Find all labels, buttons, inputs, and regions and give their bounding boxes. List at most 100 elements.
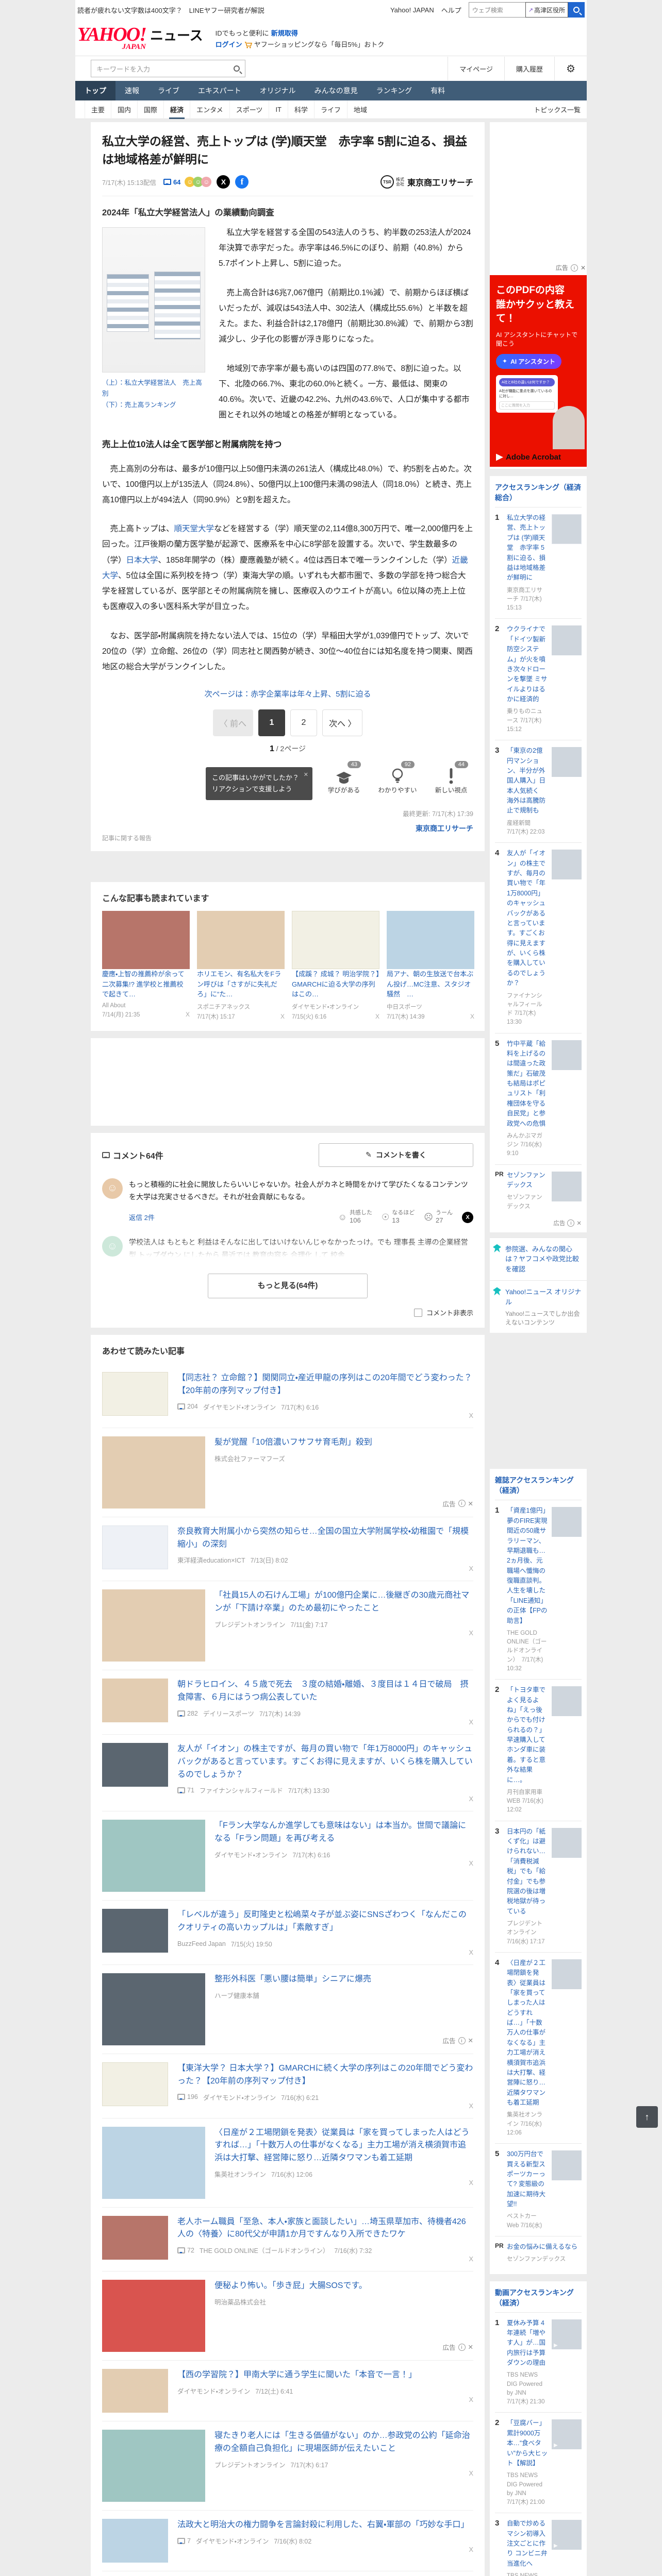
share-x-icon[interactable]: X: [469, 1412, 473, 1419]
yahoo-news-logo[interactable]: YAHOO! JAPAN ニュース: [77, 25, 203, 51]
ranking-title[interactable]: 日本円の「紙くず化」は避けられない…「消費税減税」でも「給付金」でも参院選の後は…: [507, 1827, 548, 1917]
list-item[interactable]: 寝たきり老人には「生きる価値がない」のか…参政党の公約「延命治療の全額自己負担化…: [102, 2421, 473, 2510]
list-item-title[interactable]: 【同志社？ 立命館？】関関同立・産近甲龍の序列はこの20年間でどう変わった？【2…: [177, 1372, 473, 1398]
source-logo[interactable]: TSR 株式会社 東京商工リサーチ: [380, 175, 473, 189]
list-item[interactable]: 「社員15人の石けん工場」が100億円企業に…後継ぎの30歳元商社マンが「下請け…: [102, 1581, 473, 1670]
ranking-title[interactable]: 「資産1億円」夢のFIRE実現間近の50歳サラリーマン、早期退職も…2ヵ月後、元…: [507, 1506, 548, 1626]
share-x-icon[interactable]: X: [469, 2255, 473, 2263]
back-to-top-button[interactable]: ↑: [636, 2106, 658, 2128]
pager-page-1[interactable]: 1: [258, 709, 285, 737]
share-x-icon[interactable]: X: [469, 1718, 473, 1726]
ad-info-icon[interactable]: i: [458, 2037, 466, 2044]
category-tab[interactable]: スポーツ: [229, 100, 269, 119]
list-item[interactable]: 老人ホーム職員「至急、本人・家族と面談したい」…埼玉県草加市、待機者426人の〈…: [102, 2207, 473, 2272]
list-item-title[interactable]: 〈日産が２工場閉鎖を発表〉従業員は「家を買ってしまった人はどうすれば…」「十数万…: [214, 2127, 473, 2165]
topics-list-link[interactable]: トピックス一覧: [534, 105, 581, 114]
list-item[interactable]: 【東洋大学？ 日本大学？】GMARCHに続く大学の序列はこの20年間でどう変わっ…: [102, 2054, 473, 2118]
ranking-title[interactable]: 竹中平蔵「給料を上げるのは間違った政策だ」石破茂も結局はポピュリスト「利権団体を…: [507, 1039, 548, 1129]
purchase-history-link[interactable]: 購入履歴: [504, 57, 554, 80]
ranking-item[interactable]: 2 「豆腐バー」累計9000万本…“食べタい”から大ヒット【解説】 TBS NEW…: [495, 2412, 582, 2513]
share-x-icon[interactable]: X: [469, 2102, 473, 2110]
write-comment-button[interactable]: ✎ コメントを書く: [319, 1143, 473, 1167]
share-x-icon[interactable]: X: [469, 2396, 473, 2403]
list-item[interactable]: 【同志社？ 立命館？】関関同立・産近甲龍の序列はこの20年間でどう変わった？【2…: [102, 1364, 473, 1428]
ad-close-icon[interactable]: ✕: [581, 264, 586, 272]
category-tab[interactable]: エンタメ: [190, 100, 229, 119]
share-x-icon[interactable]: X: [469, 2546, 473, 2553]
agree-reaction-button[interactable]: ☺ 共感した 106: [338, 1210, 372, 1225]
share-x-icon[interactable]: X: [469, 1795, 473, 1803]
list-item-title[interactable]: 老人ホーム職員「至急、本人・家族と面談したい」…埼玉県草加市、待機者426人の〈…: [177, 2216, 473, 2242]
ai-assistant-button[interactable]: ✦ AI アシスタント: [496, 353, 561, 369]
ranking-title[interactable]: 300万円台で買える新型スポーツカーって? 変態級の加速に期待大望!!: [507, 2149, 548, 2209]
ranking-pr-item[interactable]: PR お金の悩みに備えるなら セゾンファンデックス: [495, 2235, 582, 2270]
share-x-button[interactable]: X: [217, 175, 230, 189]
list-item[interactable]: 便秘より怖い。「歩き屁」大腸SOSです。 明治薬品株式会社 X 広告i✕: [102, 2271, 473, 2360]
list-item-title[interactable]: 【西の学習院？】甲南大学に通う学生に聞いた「本音で一言！」: [177, 2369, 473, 2382]
category-tab[interactable]: 地域: [347, 100, 373, 119]
nav-tab[interactable]: トップ: [75, 81, 115, 100]
ranking-item[interactable]: 3 自動で炒めるマシン初導入 注文ごとに作り コンビニ弁当進化へ TBS NEWS…: [495, 2513, 582, 2576]
pinned-link[interactable]: 参院選、みんなの関心は？ヤフコメや政党比較を確認: [490, 1237, 587, 1281]
next-page-link[interactable]: 次ページは：赤字企業率は年々上昇、5割に迫る: [102, 688, 473, 699]
ranking-item[interactable]: 2 「トヨタ車でよく見るよね」「えっ後からでも付けられるの？」早速購入してホンダ…: [495, 1679, 582, 1821]
share-x-icon[interactable]: X: [375, 1013, 379, 1020]
ranking-item[interactable]: 4 友人が「イオン」の株主ですが、毎月の買い物で「年1万8000円」のキャッシュ…: [495, 842, 582, 1032]
list-item-title[interactable]: 便秘より怖い。「歩き屁」大腸SOSです。: [214, 2280, 473, 2293]
search-suggestion[interactable]: ↗ 高津区役所: [525, 2, 568, 18]
ranking-title[interactable]: 〈日産が２工場閉鎖を発表〉従業員は「家を買ってしまった人はどうすれば…」「十数万…: [507, 1958, 548, 2108]
related-title[interactable]: 局アナ、朝の生放送で台本ぶん投げ…MC注意、スタジオ騒然 …: [387, 970, 473, 998]
related-card[interactable]: 【成蹊？ 成城？ 明治学院？】GMARCHに迫る大学の序列はこの… ダイヤモンド…: [292, 911, 379, 1021]
help-link[interactable]: ヘルプ: [441, 5, 461, 15]
ranking-pr-item[interactable]: PR セゾンファンデックス セゾンファンデックス: [495, 1164, 582, 1217]
list-item[interactable]: 法政大と明治大の権力闘争を言論封殺に利用した、右翼・軍部の「巧妙な手口」 7 ダ…: [102, 2510, 473, 2571]
sidebar-ad[interactable]: 広告 i ✕ このPDFの内容 誰かサクッと教えて！ AI アシスタントにチャットで聞…: [490, 260, 587, 469]
list-item[interactable]: 「レベルが違う」反町隆史と松嶋菜々子が並ぶ姿にSNSざわつく「なんだこのクオリテ…: [102, 1900, 473, 1964]
share-x-icon[interactable]: X: [469, 2179, 473, 2187]
pager-prev[interactable]: 〈 前へ: [212, 709, 253, 737]
ranking-item[interactable]: 1 「資産1億円」夢のFIRE実現間近の50歳サラリーマン、早期退職も…2ヵ月後…: [495, 1500, 582, 1679]
ad-info-icon[interactable]: i: [570, 264, 578, 272]
yahoo-japan-link[interactable]: Yahoo! JAPAN: [390, 6, 434, 14]
share-x-icon[interactable]: X: [469, 2469, 473, 2477]
ranking-item[interactable]: 3 日本円の「紙くず化」は避けられない…「消費税減税」でも「給付金」でも参院選の…: [495, 1820, 582, 1952]
web-search-button[interactable]: [568, 2, 585, 18]
reaction-clear-button[interactable]: 92 わかりやすい: [375, 761, 420, 795]
nav-tab[interactable]: ランキング: [367, 81, 422, 100]
ranking-title[interactable]: 「トヨタ車でよく見るよね」「えっ後からでも付けられるの？」早速購入してホンダ車に…: [507, 1685, 548, 1785]
pager-next[interactable]: 次へ 〉: [322, 709, 363, 737]
related-title[interactable]: 【成蹊？ 成城？ 明治学院？】GMARCHに迫る大学の序列はこの…: [292, 970, 379, 998]
ranking-title[interactable]: 「東京の2億円マンション、半分が外国人購入」日本人気続く 海外は高騰防止で規制も: [507, 746, 548, 816]
list-item-title[interactable]: 【東洋大学？ 日本大学？】GMARCHに続く大学の序列はこの20年間でどう変わっ…: [177, 2062, 473, 2088]
list-item[interactable]: 髪が覚醒「10倍濃いフサフサ育毛剤」殺到 株式会社ファーマフーズ X 広告i✕: [102, 1427, 473, 1517]
related-card[interactable]: ホリエモン、有名私大をFラン呼びは「さすがに失礼だろ」に“た… スポニチアネック…: [197, 911, 285, 1021]
login-link[interactable]: ログイン: [216, 39, 242, 50]
ranking-title[interactable]: 「豆腐バー」累計9000万本…“食べタい”から大ヒット【解説】: [507, 2418, 548, 2468]
report-article-link[interactable]: 記事に関する報告: [102, 834, 152, 842]
list-item-title[interactable]: 「Fラン大学なんか進学しても意味はない」は本当か。世間で議論になる「Fラン問題」…: [214, 1820, 473, 1845]
list-item-title[interactable]: 朝ドラヒロイン、４５歳で死去 ３度の結婚・離婚、３度目は１４日で破局 摂食障害、…: [177, 1679, 473, 1704]
list-item[interactable]: 「Fラン大学なんか進学しても意味はない」は本当か。世間で議論になる「Fラン問題」…: [102, 1811, 473, 1900]
list-item[interactable]: 奈良教育大附属小から突然の知らせ…全国の国立大学附属学校・幼稚園で「規模縮小」の…: [102, 1516, 473, 1581]
ad-close-icon[interactable]: ✕: [468, 1500, 473, 1507]
inline-link[interactable]: 順天堂大学: [174, 524, 214, 533]
access-ranking-heading[interactable]: アクセスランキング（経済総合）: [495, 482, 582, 507]
ranking-item[interactable]: 1 私立大学の経営、売上トップは (学)順天堂 赤字率 5割に迫る、損益は地域格…: [495, 507, 582, 618]
ranking-item[interactable]: 5 竹中平蔵「給料を上げるのは間違った政策だ」石破茂も結局はポピュリスト「利権団…: [495, 1032, 582, 1164]
category-tab[interactable]: IT: [269, 100, 288, 119]
figure-caption-link[interactable]: （下）：売上高ランキング: [102, 400, 205, 411]
hide-comments-checkbox[interactable]: [413, 1308, 422, 1317]
list-item-title[interactable]: 友人が「イオン」の株主ですが、毎月の買い物で「年1万8000円」のキャッシュバッ…: [177, 1743, 473, 1781]
ad-close-icon[interactable]: ✕: [468, 2037, 473, 2044]
hmm-reaction-button[interactable]: ☹ うーん 27: [424, 1210, 453, 1225]
inline-link[interactable]: 日本大学: [126, 556, 158, 565]
related-card[interactable]: 局アナ、朝の生放送で台本ぶん投げ…MC注意、スタジオ騒然 … 中日スポーツ 7/…: [387, 911, 474, 1021]
share-x-icon[interactable]: X: [469, 1565, 473, 1572]
avatar[interactable]: [102, 1178, 123, 1199]
avatar[interactable]: [102, 1236, 123, 1257]
share-x-icon[interactable]: X: [470, 1013, 474, 1020]
list-item-title[interactable]: 髪が覚醒「10倍濃いフサフサ育毛剤」殺到: [214, 1436, 473, 1449]
share-x-icon[interactable]: X: [186, 1011, 190, 1018]
pinned-link-title[interactable]: Yahoo!ニュース オリジナル: [505, 1288, 581, 1306]
ad-info-icon[interactable]: i: [567, 1219, 575, 1227]
